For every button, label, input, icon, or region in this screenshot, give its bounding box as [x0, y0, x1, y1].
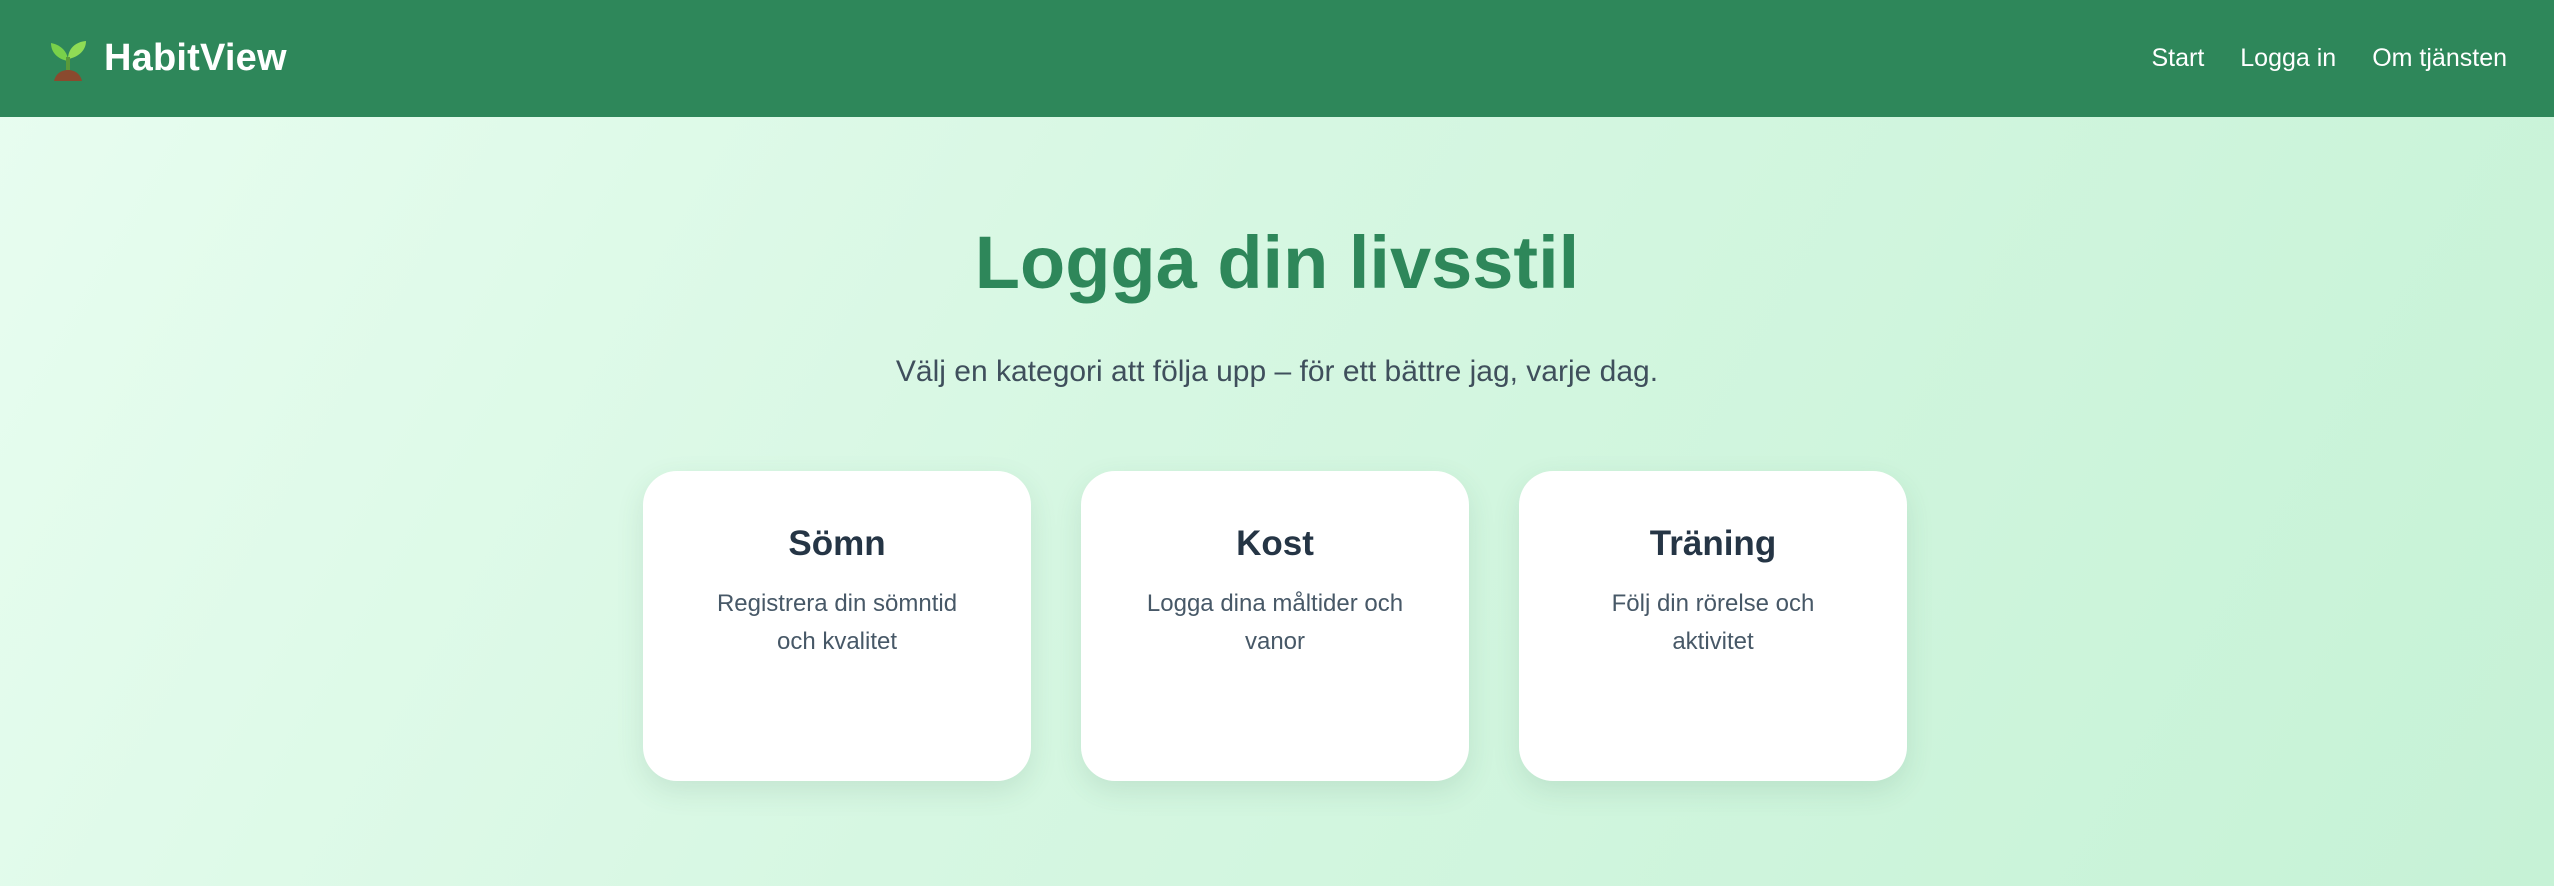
card-description: Följ din rörelse och aktivitet [1611, 590, 1815, 656]
category-card-diet[interactable]: Kost Logga dina måltider och vanor [1081, 471, 1469, 781]
page-title: Logga din livsstil [974, 221, 1580, 304]
main-nav: Start Logga in Om tjänsten [2151, 44, 2507, 73]
card-description: Logga dina måltider och vanor [1146, 590, 1404, 656]
card-title: Sömn [788, 524, 886, 563]
category-card-sleep[interactable]: Sömn Registrera din sömntid och kvalitet [643, 471, 1031, 781]
card-description: Registrera din sömntid och kvalitet [716, 590, 958, 656]
seedling-icon [51, 40, 86, 81]
nav-link-start[interactable]: Start [2151, 44, 2204, 73]
category-cards: Sömn Registrera din sömntid och kvalitet… [643, 471, 1907, 781]
top-navbar: HabitView Start Logga in Om tjänsten [0, 0, 2554, 117]
card-title: Kost [1236, 524, 1314, 563]
card-title: Träning [1649, 524, 1777, 563]
nav-link-about[interactable]: Om tjänsten [2372, 44, 2507, 73]
page-subtitle: Välj en kategori att följa upp – för ett… [895, 355, 1659, 388]
brand-name: HabitView [104, 37, 287, 79]
nav-link-login[interactable]: Logga in [2240, 44, 2336, 73]
category-card-training[interactable]: Träning Följ din rörelse och aktivitet [1519, 471, 1907, 781]
brand-logo-link[interactable]: HabitView [48, 37, 287, 81]
